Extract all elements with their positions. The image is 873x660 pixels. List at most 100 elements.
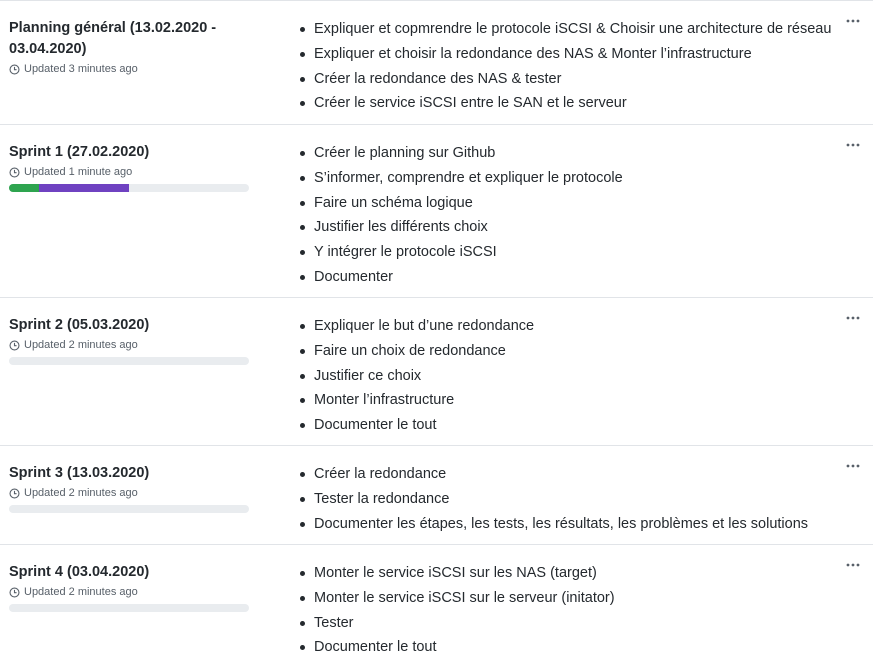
milestone-task-list: Créer la redondance Tester la redondance… — [297, 462, 808, 536]
progress-in-progress-segment — [39, 184, 129, 192]
task-text: Documenter les étapes, les tests, les ré… — [314, 515, 809, 532]
list-item: Monter le service iSCSI sur les NAS (tar… — [297, 561, 615, 586]
task-text: Tester la redondance — [314, 490, 450, 507]
list-item: Expliquer et choisir la redondance des N… — [297, 42, 831, 67]
list-item: Expliquer et copmrendre le protocole iSC… — [297, 17, 831, 42]
list-item: Monter l’infrastructure — [297, 388, 534, 413]
milestone-title[interactable]: Planning général (13.02.2020 - 03.04.202… — [9, 18, 249, 60]
milestone-progress-bar — [9, 604, 249, 612]
list-item: Justifier ce choix — [297, 364, 534, 389]
milestones-board: Planning général (13.02.2020 - 03.04.202… — [0, 0, 873, 659]
milestone-updated: Updated 2 minutes ago — [9, 337, 249, 353]
milestone-task-list: Expliquer le but d’une redondance Faire … — [297, 314, 534, 438]
milestone-summary: Sprint 1 (27.02.2020) Updated 1 minute a… — [9, 142, 249, 192]
task-text: Documenter — [314, 268, 393, 285]
bullet — [300, 423, 305, 429]
task-text: Justifier ce choix — [314, 367, 422, 384]
task-text: Documenter le tout — [314, 639, 437, 656]
bullet — [300, 151, 305, 156]
milestone-row: Sprint 3 (13.03.2020) Updated 2 minutes … — [0, 446, 873, 545]
list-item: Y intégrer le protocole iSCSI — [297, 240, 623, 265]
task-text: Faire un schéma logique — [314, 194, 473, 211]
milestone-updated: Updated 2 minutes ago — [9, 485, 249, 501]
task-text: Expliquer et copmrendre le protocole iSC… — [314, 21, 832, 37]
bullet — [300, 521, 305, 527]
list-item: S’informer, comprendre et expliquer le p… — [297, 166, 623, 191]
bullet — [300, 398, 305, 404]
kebab-more-icon[interactable] — [845, 312, 861, 324]
kebab-more-icon[interactable] — [845, 460, 861, 472]
clock-icon — [9, 339, 20, 351]
bullet — [300, 225, 305, 231]
kebab-more-icon[interactable] — [845, 559, 861, 571]
list-item: Justifier les différents choix — [297, 215, 623, 240]
list-item: Documenter — [297, 265, 623, 290]
list-item: Créer la redondance des NAS & tester — [297, 67, 831, 92]
kebab-more-icon[interactable] — [845, 139, 861, 151]
list-item: Expliquer le but d’une redondance — [297, 314, 534, 339]
milestone-row: Sprint 2 (05.03.2020) Updated 2 minutes … — [0, 298, 873, 446]
task-text: Monter le service iSCSI sur les NAS (tar… — [314, 565, 597, 581]
list-item: Tester la redondance — [297, 487, 808, 512]
list-item: Documenter le tout — [297, 413, 534, 438]
milestone-updated-text: Updated 1 minute ago — [24, 166, 133, 178]
milestone-summary: Sprint 2 (05.03.2020) Updated 2 minutes … — [9, 315, 249, 365]
task-text: Expliquer le but d’une redondance — [314, 318, 535, 334]
task-text: S’informer, comprendre et expliquer le p… — [314, 169, 623, 186]
kebab-more-icon[interactable] — [845, 15, 861, 27]
task-text: Tester — [314, 614, 354, 631]
bullet — [300, 496, 305, 502]
task-text: Créer la redondance des NAS & tester — [314, 70, 562, 87]
list-item: Tester — [297, 611, 615, 636]
milestone-title[interactable]: Sprint 1 (27.02.2020) — [9, 142, 249, 163]
task-text: Monter le service iSCSI sur le serveur (… — [314, 589, 615, 606]
milestone-progress-bar — [9, 505, 249, 513]
milestone-updated-text: Updated 3 minutes ago — [24, 63, 138, 75]
bullet — [300, 101, 305, 107]
milestone-task-list: Expliquer et copmrendre le protocole iSC… — [297, 17, 831, 116]
milestone-summary: Sprint 4 (03.04.2020) Updated 2 minutes … — [9, 562, 249, 612]
bullet — [300, 373, 305, 379]
task-text: Justifier les différents choix — [314, 219, 488, 236]
milestone-progress-bar — [9, 357, 249, 365]
milestone-row: Planning général (13.02.2020 - 03.04.202… — [0, 0, 873, 125]
milestone-updated-text: Updated 2 minutes ago — [24, 339, 138, 351]
list-item: Documenter le tout — [297, 635, 615, 660]
milestone-task-list: Monter le service iSCSI sur les NAS (tar… — [297, 561, 615, 660]
task-text: Monter l’infrastructure — [314, 392, 455, 409]
clock-icon — [9, 63, 20, 75]
bullet — [300, 250, 305, 256]
milestone-title[interactable]: Sprint 3 (13.03.2020) — [9, 463, 249, 484]
bullet — [300, 472, 305, 477]
milestone-updated: Updated 1 minute ago — [9, 164, 249, 180]
task-text: Expliquer et choisir la redondance des N… — [314, 45, 752, 62]
task-text: Documenter le tout — [314, 417, 437, 434]
bullet — [300, 27, 305, 32]
milestone-updated-text: Updated 2 minutes ago — [24, 586, 138, 598]
milestone-task-list: Créer le planning sur Github S’informer,… — [297, 141, 623, 290]
milestone-title[interactable]: Sprint 2 (05.03.2020) — [9, 315, 249, 336]
task-text: Créer le service iSCSI entre le SAN et l… — [314, 95, 627, 112]
milestone-row: Sprint 4 (03.04.2020) Updated 2 minutes … — [0, 545, 873, 659]
bullet — [300, 175, 305, 181]
list-item: Créer le service iSCSI entre le SAN et l… — [297, 91, 831, 116]
milestone-progress-bar — [9, 184, 249, 192]
clock-icon — [9, 487, 20, 499]
bullet — [300, 595, 305, 601]
milestone-title[interactable]: Sprint 4 (03.04.2020) — [9, 562, 249, 583]
bullet — [300, 51, 305, 57]
progress-done-segment — [9, 184, 39, 192]
milestone-updated: Updated 2 minutes ago — [9, 584, 249, 600]
bullet — [300, 324, 305, 329]
milestone-updated: Updated 3 minutes ago — [9, 61, 249, 77]
milestone-summary: Planning général (13.02.2020 - 03.04.202… — [9, 18, 249, 77]
list-item: Monter le service iSCSI sur le serveur (… — [297, 586, 615, 611]
list-item: Faire un schéma logique — [297, 191, 623, 216]
list-item: Faire un choix de redondance — [297, 339, 534, 364]
list-item: Documenter les étapes, les tests, les ré… — [297, 512, 808, 537]
task-text: Y intégrer le protocole iSCSI — [314, 244, 497, 261]
clock-icon — [9, 586, 20, 598]
milestone-row: Sprint 1 (27.02.2020) Updated 1 minute a… — [0, 125, 873, 298]
bullet — [300, 620, 305, 626]
list-item: Créer le planning sur Github — [297, 141, 623, 166]
